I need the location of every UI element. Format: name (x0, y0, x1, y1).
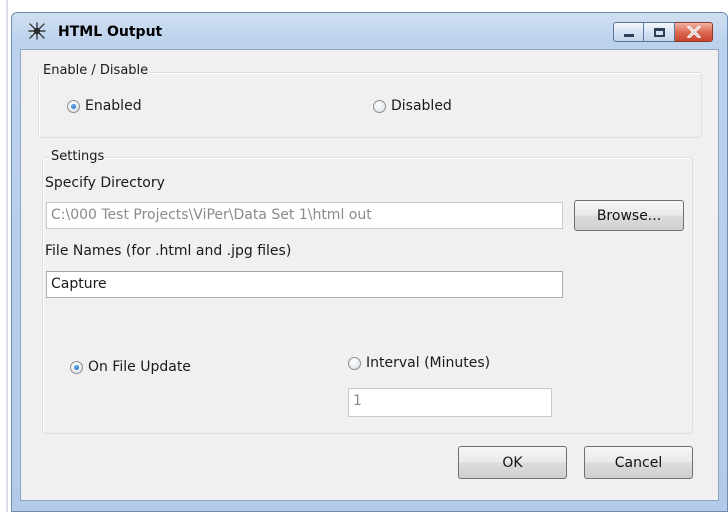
maximize-icon (653, 27, 665, 37)
cancel-button[interactable]: Cancel (584, 446, 693, 479)
interval-radio-label: Interval (Minutes) (366, 355, 491, 371)
minimize-button[interactable] (613, 22, 644, 42)
file-names-field[interactable]: Capture (46, 271, 563, 298)
enable-disable-group-label: Enable / Disable (41, 63, 151, 78)
spider-icon (28, 22, 46, 40)
enabled-radio-label: Enabled (85, 98, 142, 114)
minimize-icon (623, 33, 634, 37)
disabled-radio[interactable]: Disabled (373, 98, 452, 114)
settings-group-label: Settings (49, 149, 107, 164)
maximize-button[interactable] (644, 22, 675, 42)
radio-selected-icon (70, 360, 83, 374)
interval-field[interactable]: 1 (348, 388, 552, 417)
interval-radio[interactable]: Interval (Minutes) (348, 355, 490, 371)
background-window-edge (0, 0, 11, 512)
disabled-radio-label: Disabled (391, 98, 452, 114)
window-controls (613, 22, 713, 42)
specify-directory-label: Specify Directory (45, 175, 165, 191)
close-icon (686, 26, 701, 38)
directory-field[interactable]: C:\000 Test Projects\ViPer\Data Set 1\ht… (46, 202, 563, 229)
radio-selected-icon (67, 99, 80, 113)
close-button[interactable] (675, 22, 713, 42)
radio-unselected-icon (348, 356, 361, 370)
window-title: HTML Output (58, 24, 163, 40)
on-file-update-radio[interactable]: On File Update (70, 359, 191, 375)
file-names-label: File Names (for .html and .jpg files) (45, 243, 292, 259)
enabled-radio[interactable]: Enabled (67, 98, 142, 114)
radio-unselected-icon (373, 99, 386, 113)
browse-button[interactable]: Browse... (574, 200, 684, 231)
title-bar[interactable]: HTML Output (12, 13, 727, 43)
on-file-update-label: On File Update (88, 359, 191, 375)
dialog-window: HTML Output Enable / Disable Enabled Dis… (11, 12, 728, 512)
ok-button[interactable]: OK (458, 446, 567, 479)
dialog-client-area: Enable / Disable Enabled Disabled Settin… (20, 49, 719, 501)
